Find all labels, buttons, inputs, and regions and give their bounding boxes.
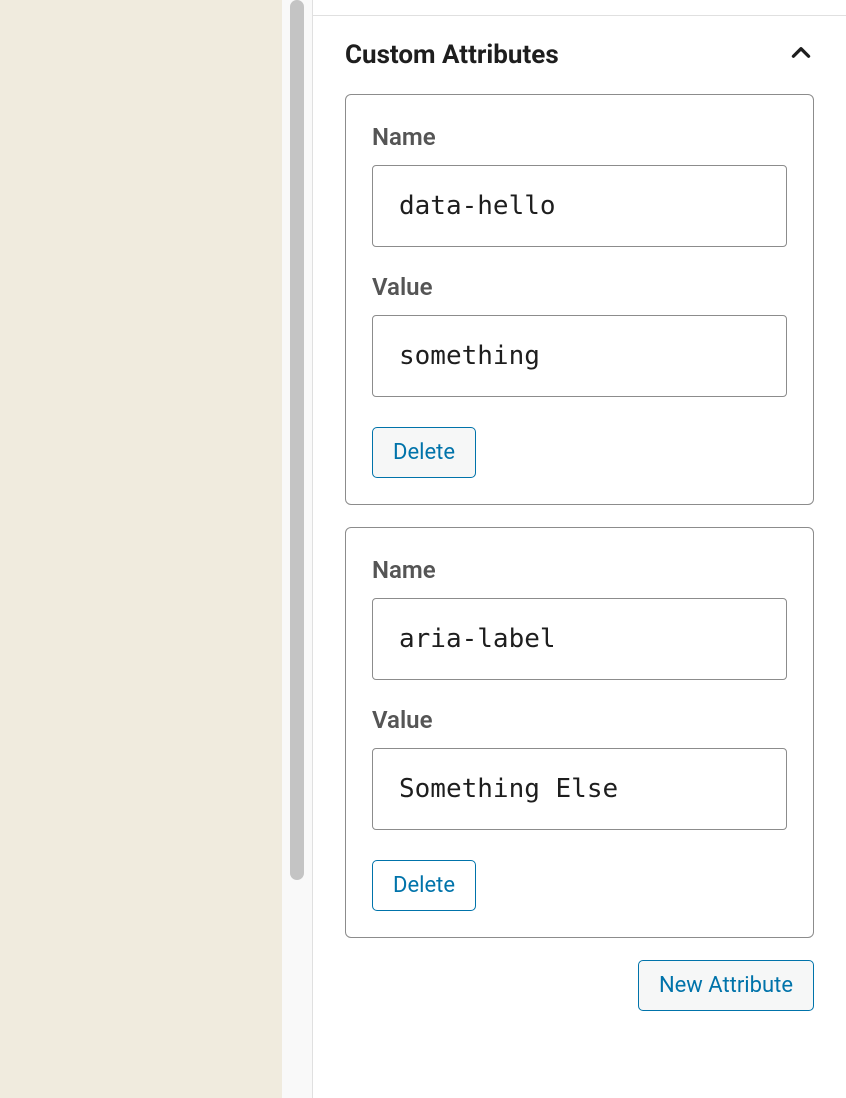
attribute-name-input[interactable] xyxy=(372,598,787,680)
attribute-card: Name Value Delete xyxy=(345,527,814,938)
delete-attribute-button[interactable]: Delete xyxy=(372,427,476,478)
panel-header-custom-attributes[interactable]: Custom Attributes xyxy=(313,16,846,94)
previous-panel-edge xyxy=(313,0,846,16)
panel-body: Name Value Delete Name Value Delete New … xyxy=(313,94,846,1039)
new-attribute-row: New Attribute xyxy=(345,960,814,1011)
delete-attribute-button[interactable]: Delete xyxy=(372,860,476,911)
editor-canvas-area xyxy=(0,0,282,1098)
panel-title: Custom Attributes xyxy=(345,40,559,70)
attribute-name-input[interactable] xyxy=(372,165,787,247)
chevron-up-icon xyxy=(788,40,814,70)
scrollbar-track[interactable] xyxy=(282,0,312,1098)
inspector-sidebar: Custom Attributes Name Value Delete Name… xyxy=(312,0,846,1098)
attribute-card: Name Value Delete xyxy=(345,94,814,505)
attribute-value-input[interactable] xyxy=(372,748,787,830)
new-attribute-button[interactable]: New Attribute xyxy=(638,960,814,1011)
name-label: Name xyxy=(372,556,787,584)
name-label: Name xyxy=(372,123,787,151)
value-label: Value xyxy=(372,273,787,301)
value-label: Value xyxy=(372,706,787,734)
scrollbar-thumb[interactable] xyxy=(290,0,304,880)
attribute-value-input[interactable] xyxy=(372,315,787,397)
